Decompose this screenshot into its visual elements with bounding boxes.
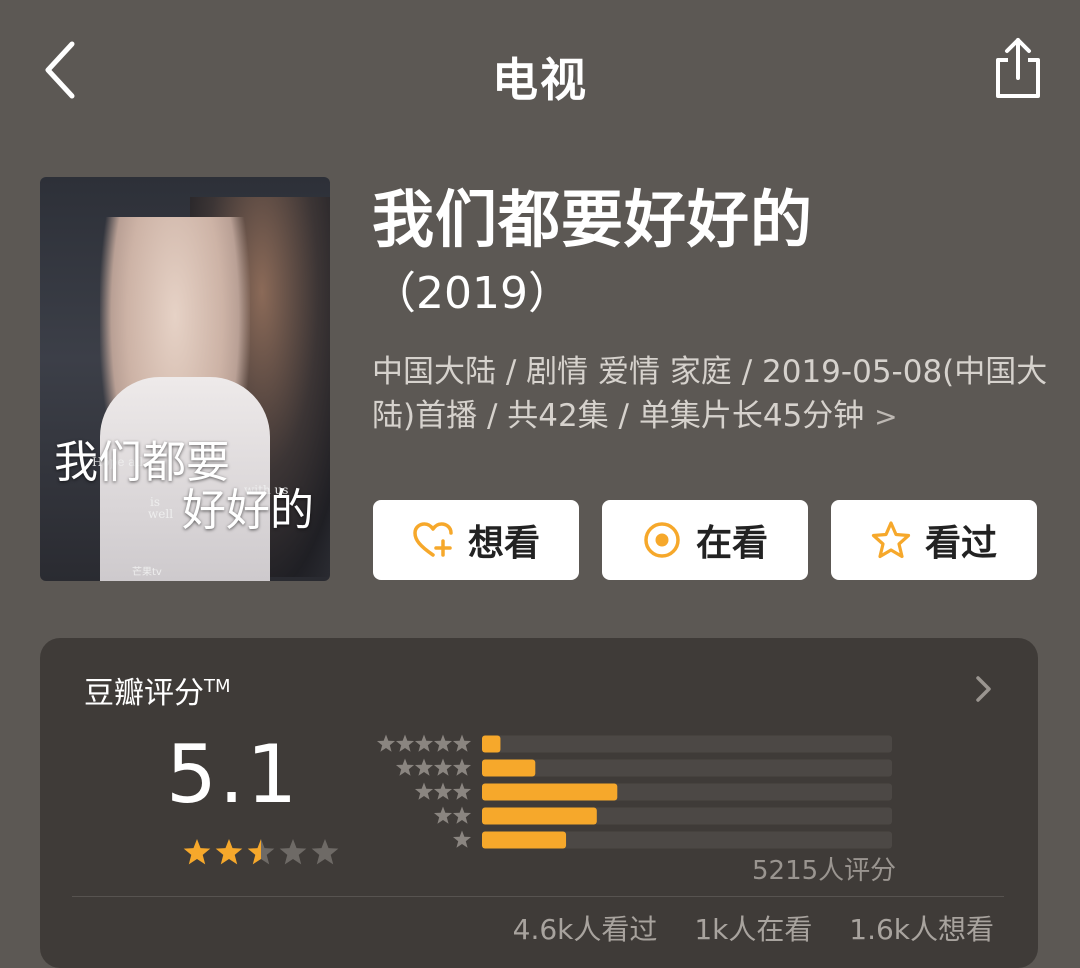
distribution-star-icon — [414, 782, 434, 800]
poster-title-line: 好好的 — [182, 485, 314, 536]
show-meta[interactable]: 中国大陆 / 剧情 爱情 家庭 / 2019-05-08(中国大陆)首播 / 共… — [372, 350, 1052, 439]
distribution-bar-track — [482, 759, 892, 777]
rating-star-icon — [183, 839, 211, 865]
distribution-bar — [482, 735, 501, 753]
page-title: 电视 — [492, 53, 588, 107]
share-icon[interactable] — [988, 34, 1048, 104]
nav-bar: 电视 — [0, 0, 1080, 140]
show-title: 我们都要好好的 — [372, 183, 814, 256]
watched-label: 看过 — [924, 523, 997, 564]
rating-distribution — [376, 734, 892, 849]
distribution-star-icon — [452, 734, 472, 752]
trademark: TM — [204, 676, 231, 697]
rating-star-icon — [215, 839, 243, 865]
distribution-bar — [482, 759, 536, 777]
poster-image[interactable]: Hope all is well with us 我们都要 好好的 芒果tv — [40, 177, 330, 581]
distribution-bar-track — [482, 735, 892, 753]
watched-count[interactable]: 4.6k人看过 — [513, 913, 658, 946]
want-count[interactable]: 1.6k人想看 — [849, 913, 994, 946]
distribution-star-icon — [433, 734, 453, 752]
rating-stats: 4.6k人看过 1k人在看 1.6k人想看 — [40, 908, 994, 948]
distribution-bar — [482, 831, 567, 849]
distribution-star-icon — [395, 758, 415, 776]
distribution-star-icon — [433, 806, 453, 824]
poster-title: 我们都要 好好的 — [54, 439, 324, 535]
show-year: （2019） — [372, 268, 572, 319]
watching-count[interactable]: 1k人在看 — [694, 913, 812, 946]
distribution-star-icon — [433, 758, 453, 776]
distribution-star-icon — [452, 758, 472, 776]
distribution-bar — [482, 807, 597, 825]
rating-card[interactable]: 豆瓣评分TM 5.1 5215人评分 4.6k人看过 1k人在看 1.6k人想看 — [40, 638, 1038, 968]
distribution-star-icon — [433, 782, 453, 800]
distribution-star-icon — [395, 734, 415, 752]
watching-button[interactable]: 在看 — [602, 500, 808, 580]
distribution-star-icon — [452, 806, 472, 824]
watched-button[interactable]: 看过 — [831, 500, 1037, 580]
want-to-watch-label: 想看 — [467, 523, 540, 564]
rating-title: 豆瓣评分TM — [84, 668, 231, 712]
distribution-star-icon — [452, 782, 472, 800]
rating-count: 5215人评分 — [752, 856, 897, 886]
rating-star-icon — [311, 839, 339, 865]
show-meta-text: 中国大陆 / 剧情 爱情 家庭 / 2019-05-08(中国大陆)首播 / 共… — [372, 354, 1048, 434]
rating-title-text: 豆瓣评分 — [84, 676, 204, 711]
poster-title-line: 我们都要 — [54, 437, 230, 488]
rating-stars — [183, 839, 339, 865]
rating-star-icon — [247, 839, 275, 865]
rating-star-icon — [279, 839, 307, 865]
poster-logos: 芒果tv — [132, 567, 162, 578]
heart-plus-icon — [413, 522, 453, 557]
target-icon — [644, 522, 680, 558]
distribution-star-icon — [414, 734, 434, 752]
watching-label: 在看 — [695, 523, 768, 564]
distribution-bar — [482, 783, 618, 801]
chevron-right-icon: > — [874, 400, 898, 433]
star-outline-icon — [871, 521, 911, 559]
divider — [72, 896, 1004, 897]
distribution-star-icon — [376, 734, 396, 752]
distribution-star-icon — [452, 830, 472, 848]
rating-score: 5.1 — [166, 728, 300, 821]
want-to-watch-button[interactable]: 想看 — [373, 500, 579, 580]
chevron-right-icon[interactable] — [972, 672, 996, 706]
distribution-star-icon — [414, 758, 434, 776]
